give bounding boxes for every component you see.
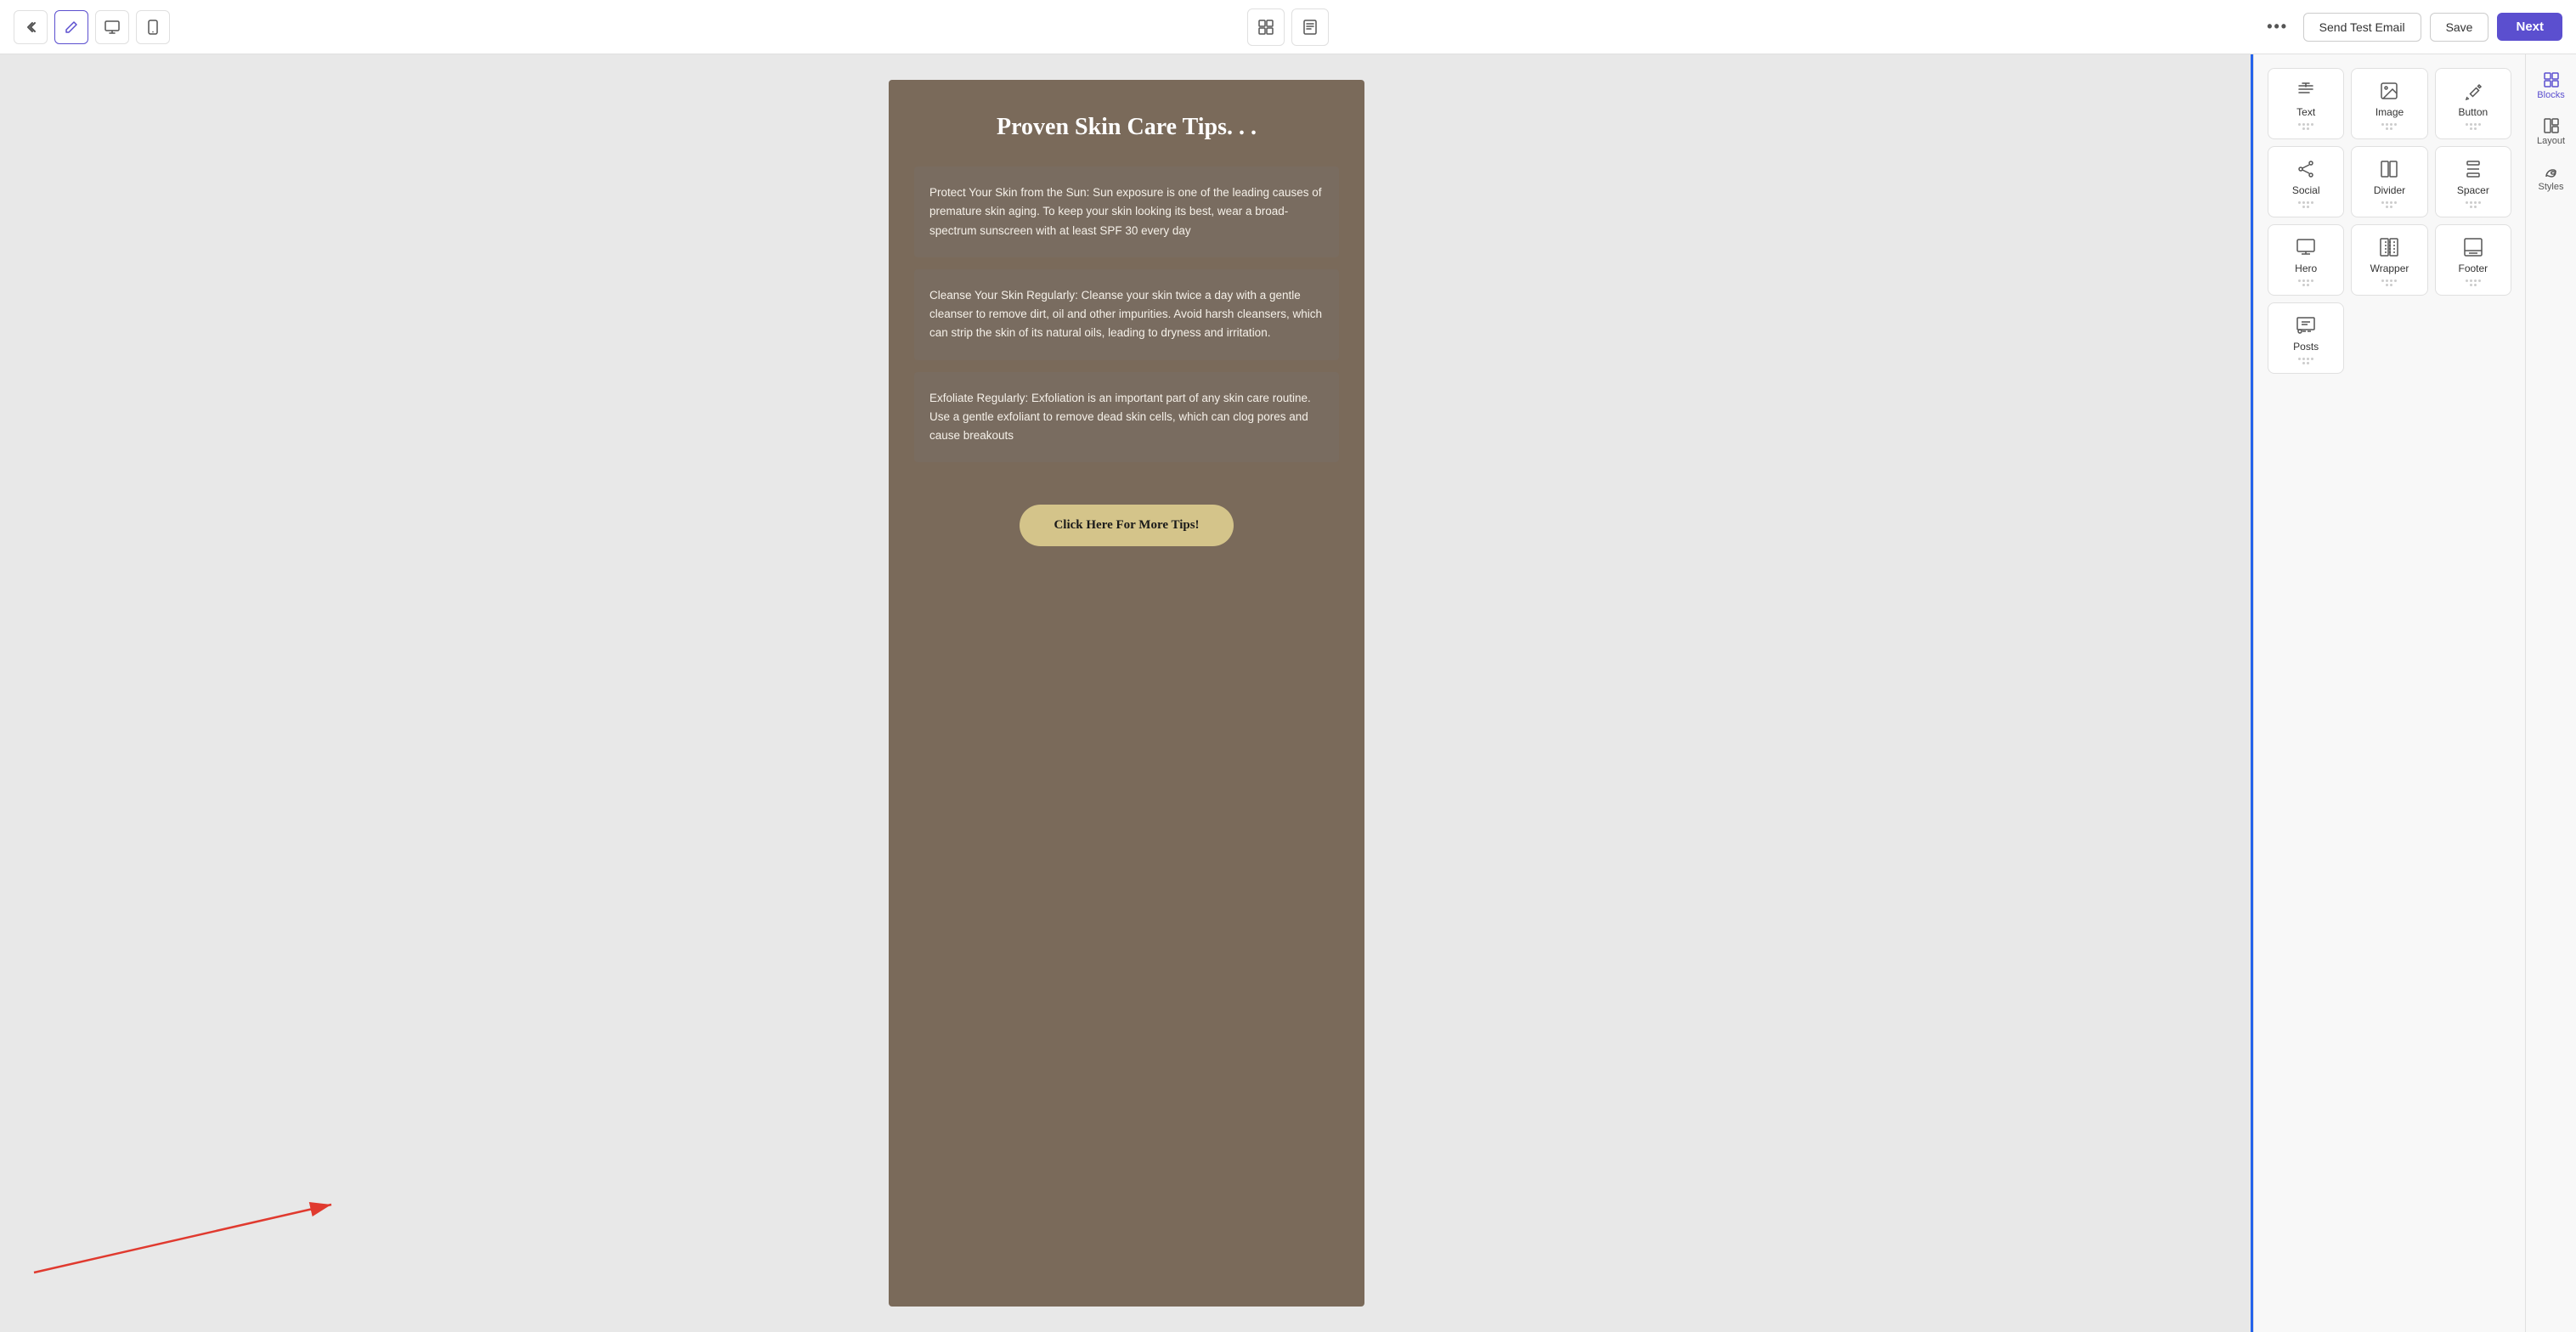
toolbar-right: ••• Send Test Email Save Next (2261, 10, 2562, 44)
email-preview: Proven Skin Care Tips. . . Protect Your … (889, 80, 1364, 1307)
block-text-label: Text (2296, 106, 2315, 118)
block-image-label: Image (2375, 106, 2404, 118)
cta-button[interactable]: Click Here For More Tips! (1020, 505, 1233, 546)
tip-card-2: Cleanse Your Skin Regularly: Cleanse you… (914, 269, 1339, 360)
arrow-overlay (17, 1179, 391, 1281)
nav-tab-blocks-label: Blocks (2537, 90, 2564, 100)
nav-tab-styles[interactable]: Styles (2529, 156, 2573, 199)
tip-card-1: Protect Your Skin from the Sun: Sun expo… (914, 166, 1339, 257)
block-hero-label: Hero (2295, 262, 2317, 274)
notes-button[interactable] (1291, 8, 1329, 46)
drag-handle-posts (2298, 358, 2313, 364)
back-button[interactable] (14, 10, 48, 44)
toolbar-left (14, 10, 170, 44)
main-layout: Proven Skin Care Tips. . . Protect Your … (0, 54, 2576, 1332)
edit-button[interactable] (54, 10, 88, 44)
drag-handle-social (2298, 201, 2313, 208)
blue-separator-line (2251, 54, 2253, 1332)
mobile-button[interactable] (136, 10, 170, 44)
desktop-button[interactable] (95, 10, 129, 44)
right-sidebar: Text Image (2253, 54, 2576, 1332)
nav-tab-layout-label: Layout (2537, 136, 2565, 146)
tip-card-3: Exfoliate Regularly: Exfoliation is an i… (914, 372, 1339, 463)
nav-tab-styles-label: Styles (2539, 182, 2564, 192)
block-wrapper-label: Wrapper (2370, 262, 2409, 274)
drag-handle-footer (2466, 279, 2481, 286)
save-button[interactable]: Save (2430, 13, 2489, 42)
email-title: Proven Skin Care Tips. . . (914, 114, 1339, 141)
tip-text-2: Cleanse Your Skin Regularly: Cleanse you… (929, 289, 1322, 340)
block-button-label: Button (2458, 106, 2488, 118)
sidebar-nav: Blocks Layout Styles (2525, 54, 2576, 1332)
blocks-panel: Text Image (2254, 54, 2525, 1332)
block-social[interactable]: Social (2268, 146, 2344, 217)
drag-handle-text (2298, 123, 2313, 130)
grid-view-button[interactable] (1247, 8, 1285, 46)
block-text[interactable]: Text (2268, 68, 2344, 139)
block-divider[interactable]: Divider (2351, 146, 2427, 217)
nav-tab-layout[interactable]: Layout (2529, 110, 2573, 153)
send-test-email-button[interactable]: Send Test Email (2303, 13, 2421, 42)
drag-handle-image (2381, 123, 2397, 130)
block-posts[interactable]: Posts (2268, 302, 2344, 374)
next-button[interactable]: Next (2497, 13, 2562, 41)
block-footer[interactable]: Footer (2435, 224, 2511, 296)
block-posts-label: Posts (2293, 341, 2319, 353)
drag-handle-wrapper (2381, 279, 2397, 286)
sidebar-inner: Text Image (2254, 54, 2576, 1332)
block-spacer-label: Spacer (2457, 184, 2489, 196)
block-footer-label: Footer (2458, 262, 2488, 274)
drag-handle-hero (2298, 279, 2313, 286)
email-header: Proven Skin Care Tips. . . (889, 80, 1364, 166)
tip-text-3: Exfoliate Regularly: Exfoliation is an i… (929, 392, 1311, 443)
email-content: Protect Your Skin from the Sun: Sun expo… (889, 166, 1364, 488)
block-wrapper[interactable]: Wrapper (2351, 224, 2427, 296)
tip-text-1: Protect Your Skin from the Sun: Sun expo… (929, 186, 1322, 237)
block-divider-label: Divider (2374, 184, 2405, 196)
block-button[interactable]: Button (2435, 68, 2511, 139)
block-image[interactable]: Image (2351, 68, 2427, 139)
more-button[interactable]: ••• (2261, 10, 2295, 44)
drag-handle-button (2466, 123, 2481, 130)
blocks-grid: Text Image (2268, 68, 2511, 374)
drag-handle-divider (2381, 201, 2397, 208)
nav-tab-blocks[interactable]: Blocks (2529, 65, 2573, 107)
block-spacer[interactable]: Spacer (2435, 146, 2511, 217)
toolbar-center (1247, 8, 1329, 46)
drag-handle-spacer (2466, 201, 2481, 208)
email-cta: Click Here For More Tips! (889, 488, 1364, 580)
toolbar: ••• Send Test Email Save Next (0, 0, 2576, 54)
block-hero[interactable]: Hero (2268, 224, 2344, 296)
canvas-area: Proven Skin Care Tips. . . Protect Your … (0, 54, 2253, 1332)
block-social-label: Social (2292, 184, 2320, 196)
